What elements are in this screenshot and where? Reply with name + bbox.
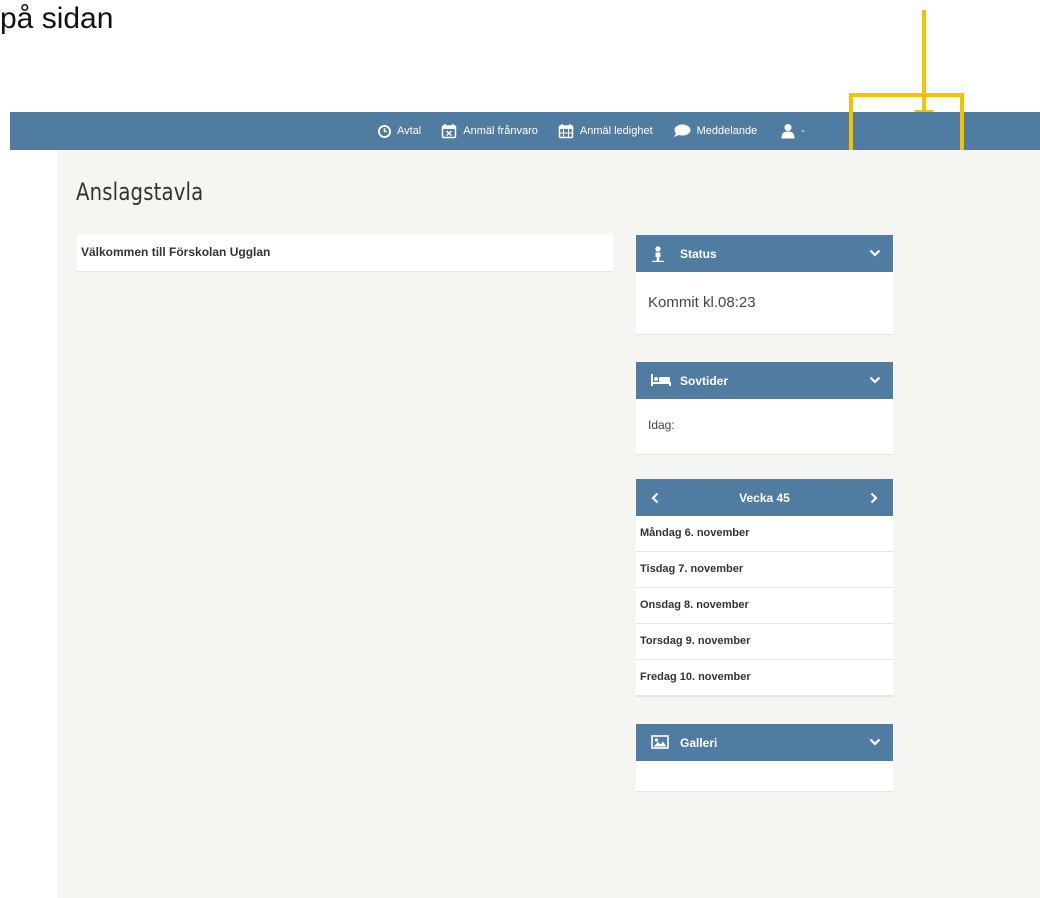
sovtider-text: Idag: xyxy=(648,418,675,432)
calendar-x-icon xyxy=(442,124,457,139)
welcome-text: Välkommen till Förskolan Ugglan xyxy=(81,245,271,259)
week-widget: Vecka 45 Måndag 6. november Tisdag 7. no… xyxy=(636,479,893,697)
nav-item-label: Avtal xyxy=(397,125,422,137)
day-row[interactable]: Tisdag 7. november xyxy=(636,552,893,588)
day-label: Måndag 6. november xyxy=(640,527,750,539)
caption-text: på sidan xyxy=(0,2,114,35)
status-widget-header[interactable]: Status xyxy=(636,235,893,272)
day-row[interactable]: Fredag 10. november xyxy=(636,660,893,696)
nav-item-label: Meddelande xyxy=(696,125,758,137)
nav-item-meddelande[interactable]: Meddelande xyxy=(673,124,758,138)
sovtider-widget-header[interactable]: Sovtider xyxy=(636,362,893,399)
day-label: Torsdag 9. november xyxy=(640,635,751,647)
user-icon xyxy=(781,124,795,139)
chevron-right-icon[interactable] xyxy=(869,492,879,504)
nav-items: Avtal Anmäl frånvaro Anmäl ledighet Medd… xyxy=(378,112,805,150)
chevron-down-icon[interactable] xyxy=(869,248,881,258)
galleri-widget-title: Galleri xyxy=(680,736,718,750)
nav-item-anmal-ledighet[interactable]: Anmäl ledighet xyxy=(558,123,653,139)
week-widget-header: Vecka 45 xyxy=(636,479,893,516)
sovtider-widget-body: Idag: xyxy=(636,399,893,454)
chevron-down-icon[interactable] xyxy=(869,375,881,385)
galleri-widget-body xyxy=(636,761,893,791)
week-title: Vecka 45 xyxy=(739,491,790,505)
welcome-card: Välkommen till Förskolan Ugglan xyxy=(77,235,613,272)
day-label: Fredag 10. november xyxy=(640,671,751,683)
status-widget: Status Kommit kl.08:23 xyxy=(636,235,893,335)
bed-icon xyxy=(651,374,671,386)
status-text: Kommit kl.08:23 xyxy=(648,294,756,311)
status-widget-body: Kommit kl.08:23 xyxy=(636,272,893,334)
day-row[interactable]: Torsdag 9. november xyxy=(636,624,893,660)
status-widget-title: Status xyxy=(680,247,717,261)
day-label: Tisdag 7. november xyxy=(640,563,744,575)
page-title: Anslagstavla xyxy=(76,178,204,206)
nav-item-avtal[interactable]: Avtal xyxy=(378,124,422,138)
galleri-widget-header[interactable]: Galleri xyxy=(636,724,893,761)
chat-bubble-icon xyxy=(673,124,691,137)
day-label: Onsdag 8. november xyxy=(640,599,749,611)
image-icon xyxy=(651,735,669,749)
galleri-widget: Galleri xyxy=(636,724,893,792)
sovtider-widget-title: Sovtider xyxy=(680,374,729,388)
nav-item-label: Anmäl ledighet xyxy=(579,125,653,137)
calendar-icon xyxy=(558,124,574,139)
user-menu-caret: - xyxy=(801,125,805,137)
clock-icon xyxy=(378,124,391,138)
sovtider-widget: Sovtider Idag: xyxy=(636,362,893,455)
day-row[interactable]: Onsdag 8. november xyxy=(636,588,893,624)
nav-item-label: Anmäl frånvaro xyxy=(463,125,538,137)
day-row[interactable]: Måndag 6. november xyxy=(636,516,893,552)
chevron-down-icon[interactable] xyxy=(869,737,881,747)
child-icon xyxy=(652,246,664,262)
nav-item-anmal-franvaro[interactable]: Anmäl frånvaro xyxy=(441,123,538,139)
user-menu-button[interactable]: - xyxy=(781,123,805,139)
